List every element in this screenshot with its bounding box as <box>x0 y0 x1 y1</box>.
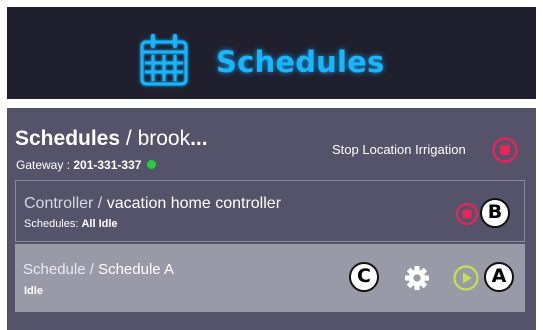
controller-status-value: All Idle <box>81 218 118 230</box>
callout-b: B <box>480 198 510 228</box>
controller-schedule-status: Schedules: All Idle <box>24 218 118 230</box>
play-circle-icon[interactable] <box>452 264 480 292</box>
schedule-title: Schedule / Schedule A <box>23 261 174 278</box>
stop-controller-button[interactable] <box>455 202 479 226</box>
location-name: brook <box>137 127 191 150</box>
calendar-icon <box>140 34 188 86</box>
callout-a: A <box>484 262 514 292</box>
controller-separator: / <box>93 195 107 212</box>
gateway-info: Gateway : 201-331-337 <box>16 158 157 172</box>
schedule-name: Schedule A <box>98 261 174 278</box>
page-title: Schedules <box>216 45 385 79</box>
stop-location-irrigation-button[interactable] <box>491 136 519 164</box>
controller-status-label: Schedules: <box>24 218 82 230</box>
title-ellipsis: ... <box>190 127 208 150</box>
gateway-id: 201-331-337 <box>73 158 142 172</box>
location-title: Schedules / brook... <box>15 127 208 151</box>
title-separator: / <box>120 127 138 150</box>
controller-type-label: Controller <box>24 195 94 212</box>
controller-name: vacation home controller <box>106 195 282 212</box>
gateway-status-dot <box>147 160 157 169</box>
gateway-label: Gateway : <box>16 158 74 172</box>
app-header: Schedules <box>7 7 536 99</box>
callout-c: C <box>349 262 379 292</box>
controller-row[interactable]: Controller / vacation home controller Sc… <box>15 180 525 242</box>
stop-location-irrigation-label[interactable]: Stop Location Irrigation <box>332 142 466 157</box>
schedule-row[interactable]: Schedule / Schedule A Idle <box>15 244 525 312</box>
title-schedules: Schedules <box>15 127 121 150</box>
schedule-type-label: Schedule <box>23 261 86 278</box>
location-panel: Schedules / brook... Gateway : 201-331-3… <box>7 108 536 330</box>
schedule-separator: / <box>85 261 99 278</box>
gear-icon[interactable] <box>403 264 431 292</box>
schedule-status: Idle <box>24 285 43 297</box>
controller-title: Controller / vacation home controller <box>24 195 281 213</box>
